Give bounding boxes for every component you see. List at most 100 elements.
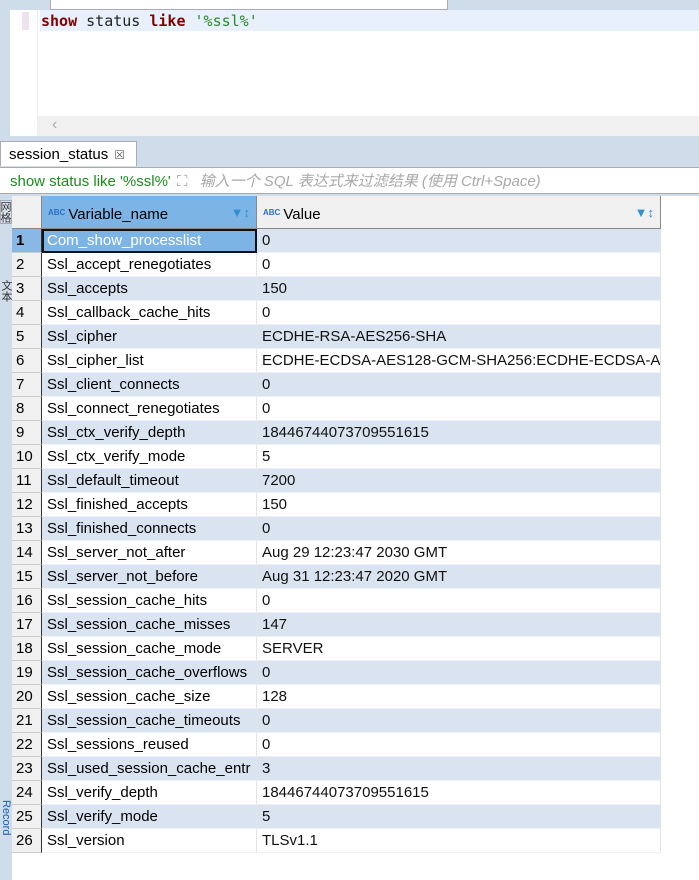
variable-name-cell[interactable]: Com_show_processlist [42,229,257,253]
value-cell[interactable]: 147 [257,613,661,637]
row-number[interactable]: 1 [12,229,42,253]
table-row[interactable]: 7 Ssl_client_connects 0 [12,373,662,397]
row-number[interactable]: 17 [12,613,42,637]
variable-name-cell[interactable]: Ssl_session_cache_overflows [42,661,257,685]
filter-sort-icon[interactable]: ▼↕ [231,196,250,229]
value-cell[interactable]: 128 [257,685,661,709]
side-tab-text[interactable]: 文本 [0,280,12,302]
table-row[interactable]: 4 Ssl_callback_cache_hits 0 [12,301,662,325]
variable-name-cell[interactable]: Ssl_version [42,829,257,853]
table-row[interactable]: 6 Ssl_cipher_list ECDHE-ECDSA-AES128-GCM-S… [12,349,662,373]
column-header-value[interactable]: ABC Value ▼↕ [257,196,661,229]
table-row[interactable]: 24 Ssl_verify_depth 18446744073709551615 [12,781,662,805]
value-cell[interactable]: 150 [257,493,661,517]
variable-name-cell[interactable]: Ssl_client_connects [42,373,257,397]
sql-editor[interactable]: show status like '%ssl%' ‹ [10,10,699,136]
row-number[interactable]: 8 [12,397,42,421]
filter-sort-icon[interactable]: ▼↕ [635,196,654,229]
variable-name-cell[interactable]: Ssl_finished_connects [42,517,257,541]
table-row[interactable]: 12 Ssl_finished_accepts 150 [12,493,662,517]
expand-icon[interactable]: ⛶ [177,173,188,190]
row-number[interactable]: 4 [12,301,42,325]
row-number[interactable]: 7 [12,373,42,397]
row-number[interactable]: 22 [12,733,42,757]
table-row[interactable]: 26 Ssl_version TLSv1.1 [12,829,662,853]
value-cell[interactable]: 0 [257,589,661,613]
table-row[interactable]: 23 Ssl_used_session_cache_entr 3 [12,757,662,781]
variable-name-cell[interactable]: Ssl_session_cache_timeouts [42,709,257,733]
variable-name-cell[interactable]: Ssl_connect_renegotiates [42,397,257,421]
value-cell[interactable]: ECDHE-RSA-AES256-SHA [257,325,661,349]
variable-name-cell[interactable]: Ssl_callback_cache_hits [42,301,257,325]
tab-session-status[interactable]: session_status ☒ [0,141,137,166]
table-row[interactable]: 20 Ssl_session_cache_size 128 [12,685,662,709]
row-number[interactable]: 9 [12,421,42,445]
row-number[interactable]: 21 [12,709,42,733]
value-cell[interactable]: 0 [257,229,661,253]
table-row[interactable]: 17 Ssl_session_cache_misses 147 [12,613,662,637]
row-number[interactable]: 23 [12,757,42,781]
table-row[interactable]: 10 Ssl_ctx_verify_mode 5 [12,445,662,469]
row-number[interactable]: 19 [12,661,42,685]
row-number[interactable]: 6 [12,349,42,373]
side-tab-grid[interactable]: 网格 [0,200,12,224]
value-cell[interactable]: 0 [257,397,661,421]
row-number[interactable]: 2 [12,253,42,277]
script-tab[interactable] [50,0,448,10]
variable-name-cell[interactable]: Ssl_session_cache_mode [42,637,257,661]
table-row[interactable]: 8 Ssl_connect_renegotiates 0 [12,397,662,421]
value-cell[interactable]: 5 [257,805,661,829]
variable-name-cell[interactable]: Ssl_session_cache_size [42,685,257,709]
variable-name-cell[interactable]: Ssl_used_session_cache_entr [42,757,257,781]
row-number[interactable]: 26 [12,829,42,853]
value-cell[interactable]: 0 [257,301,661,325]
row-number[interactable]: 20 [12,685,42,709]
filter-input[interactable]: 输入一个 SQL 表达式来过滤结果 (使用 Ctrl+Space) [200,173,541,190]
variable-name-cell[interactable]: Ssl_verify_depth [42,781,257,805]
value-cell[interactable]: 0 [257,661,661,685]
table-row[interactable]: 21 Ssl_session_cache_timeouts 0 [12,709,662,733]
value-cell[interactable]: SERVER [257,637,661,661]
variable-name-cell[interactable]: Ssl_ctx_verify_mode [42,445,257,469]
row-number[interactable]: 14 [12,541,42,565]
variable-name-cell[interactable]: Ssl_sessions_reused [42,733,257,757]
value-cell[interactable]: Aug 29 12:23:47 2030 GMT [257,541,661,565]
table-row[interactable]: 18 Ssl_session_cache_mode SERVER [12,637,662,661]
variable-name-cell[interactable]: Ssl_cipher [42,325,257,349]
table-row[interactable]: 19 Ssl_session_cache_overflows 0 [12,661,662,685]
row-number[interactable]: 11 [12,469,42,493]
table-row[interactable]: 14 Ssl_server_not_after Aug 29 12:23:47 20… [12,541,662,565]
value-cell[interactable]: 150 [257,277,661,301]
table-row[interactable]: 2 Ssl_accept_renegotiates 0 [12,253,662,277]
variable-name-cell[interactable]: Ssl_server_not_after [42,541,257,565]
table-row[interactable]: 22 Ssl_sessions_reused 0 [12,733,662,757]
row-number[interactable]: 3 [12,277,42,301]
value-cell[interactable]: 7200 [257,469,661,493]
variable-name-cell[interactable]: Ssl_default_timeout [42,469,257,493]
column-header-variable-name[interactable]: ABC Variable_name ▼↕ [42,196,257,229]
table-row[interactable]: 13 Ssl_finished_connects 0 [12,517,662,541]
table-row[interactable]: 15 Ssl_server_not_before Aug 31 12:23:47 2… [12,565,662,589]
row-number[interactable]: 25 [12,805,42,829]
variable-name-cell[interactable]: Ssl_server_not_before [42,565,257,589]
table-row[interactable]: 3 Ssl_accepts 150 [12,277,662,301]
variable-name-cell[interactable]: Ssl_session_cache_hits [42,589,257,613]
variable-name-cell[interactable]: Ssl_finished_accepts [42,493,257,517]
value-cell[interactable]: 5 [257,445,661,469]
variable-name-cell[interactable]: Ssl_verify_mode [42,805,257,829]
value-cell[interactable]: TLSv1.1 [257,829,661,853]
table-row[interactable]: 9 Ssl_ctx_verify_depth 1844674407370955161… [12,421,662,445]
code-line[interactable]: show status like '%ssl%' [40,10,699,31]
row-number[interactable]: 16 [12,589,42,613]
table-row[interactable]: 25 Ssl_verify_mode 5 [12,805,662,829]
variable-name-cell[interactable]: Ssl_accepts [42,277,257,301]
table-row[interactable]: 16 Ssl_session_cache_hits 0 [12,589,662,613]
side-tab-record[interactable]: Record [0,800,12,835]
value-cell[interactable]: ECDHE-ECDSA-AES128-GCM-SHA256:ECDHE-ECDS… [257,349,661,373]
row-number[interactable]: 24 [12,781,42,805]
value-cell[interactable]: 0 [257,517,661,541]
value-cell[interactable]: 0 [257,253,661,277]
value-cell[interactable]: 0 [257,733,661,757]
variable-name-cell[interactable]: Ssl_cipher_list [42,349,257,373]
table-row[interactable]: 5 Ssl_cipher ECDHE-RSA-AES256-SHA [12,325,662,349]
